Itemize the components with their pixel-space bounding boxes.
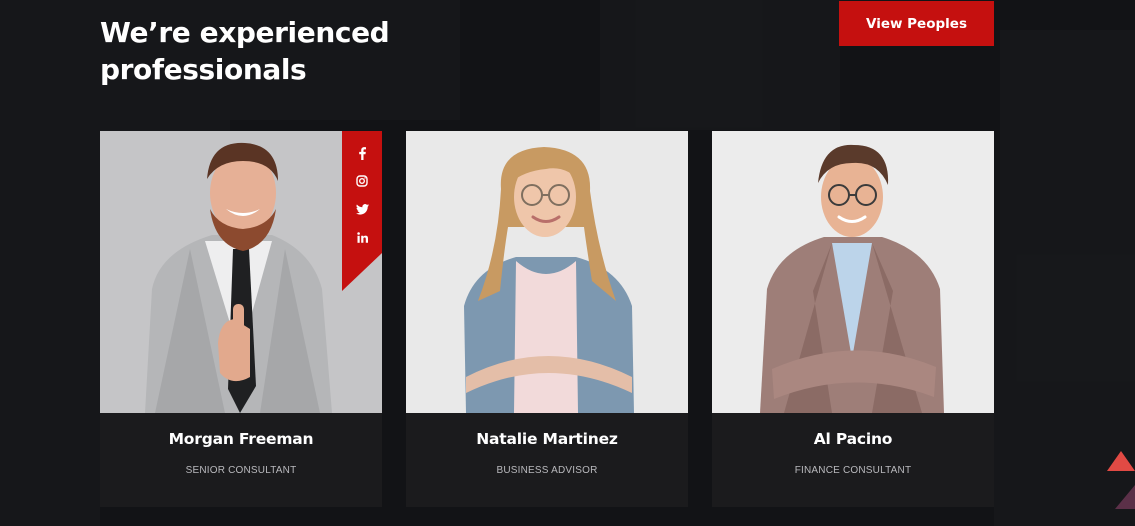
section-title: We’re experienced professionals — [100, 16, 390, 86]
team-member-name: Natalie Martinez — [476, 430, 618, 448]
facebook-icon[interactable] — [350, 144, 374, 162]
team-card[interactable]: Morgan Freeman SENIOR CONSULTANT — [100, 131, 382, 507]
team-card[interactable]: Al Pacino FINANCE CONSULTANT — [712, 131, 994, 507]
red-triangle-decoration — [1107, 451, 1135, 471]
team-member-photo — [100, 131, 382, 413]
team-member-role: FINANCE CONSULTANT — [794, 465, 912, 476]
view-peoples-button[interactable]: View Peoples — [839, 1, 994, 46]
team-member-photo — [406, 131, 688, 413]
team-member-photo — [712, 131, 994, 413]
team-card[interactable]: Natalie Martinez BUSINESS ADVISOR — [406, 131, 688, 507]
team-member-name: Morgan Freeman — [168, 430, 314, 448]
instagram-icon[interactable] — [350, 172, 374, 190]
team-member-name: Al Pacino — [813, 430, 893, 448]
team-member-role: SENIOR CONSULTANT — [185, 465, 297, 476]
twitter-icon[interactable] — [350, 200, 374, 218]
purple-triangle-decoration — [1115, 485, 1135, 509]
team-member-role: BUSINESS ADVISOR — [496, 465, 598, 476]
social-links — [342, 131, 382, 291]
linkedin-icon[interactable] — [350, 228, 374, 246]
